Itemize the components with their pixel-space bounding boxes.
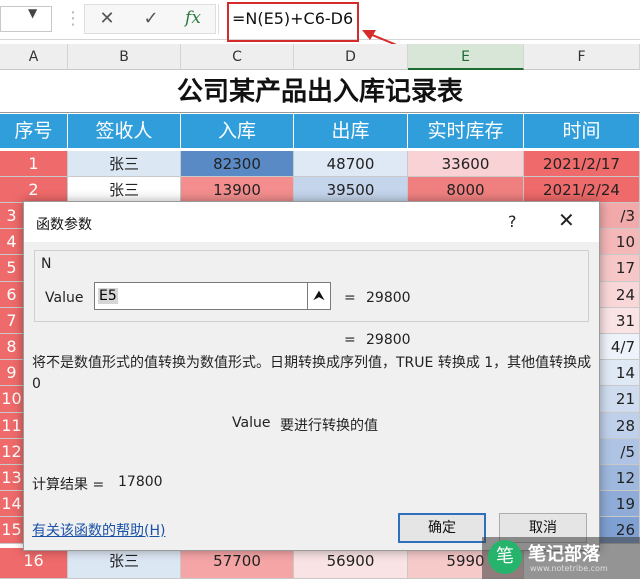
close-icon[interactable]: ✕ [558, 208, 575, 232]
date-cell-fragment[interactable]: 12 [600, 465, 640, 492]
row-number[interactable]: 3 [0, 203, 24, 230]
cell-out[interactable]: 48700 [294, 151, 408, 177]
argument-label: Value [45, 290, 84, 306]
calculation-result-value: 17800 [118, 474, 163, 490]
function-description: 将不是数值形式的值转换为数值形式。日期转换成序列值，TRUE 转换成 1，其他值… [32, 355, 592, 392]
header-no[interactable]: 序号 [0, 114, 68, 148]
name-box[interactable] [0, 6, 52, 32]
cell-in[interactable]: 13900 [181, 177, 294, 203]
function-name: N [41, 256, 52, 272]
row-number[interactable]: 11 [0, 412, 24, 439]
cell-in[interactable]: 82300 [181, 151, 294, 177]
argument-description: 要进行转换的值 [280, 418, 378, 434]
cell-name[interactable]: 张三 [68, 548, 181, 579]
result-equals: = [344, 332, 356, 348]
column-header-c[interactable]: C [181, 44, 294, 70]
date-cell-fragment[interactable]: 14 [600, 360, 640, 387]
date-cell-fragment[interactable]: 31 [600, 307, 640, 334]
row-number[interactable]: 6 [0, 281, 24, 308]
column-header-d[interactable]: D [294, 44, 408, 70]
date-cell-fragment[interactable]: 4/7 [600, 334, 640, 361]
value-input[interactable] [94, 282, 308, 310]
cell-no[interactable]: 2 [0, 177, 68, 203]
date-cell-fragment[interactable]: 24 [600, 281, 640, 308]
header-date[interactable]: 时间 [524, 114, 640, 148]
cell-stock[interactable]: 33600 [408, 151, 524, 177]
cell-in[interactable]: 57700 [181, 548, 294, 579]
date-cell-fragment[interactable]: 10 [600, 229, 640, 256]
header-stock[interactable]: 实时库存 [408, 114, 524, 148]
row-number[interactable]: 9 [0, 360, 24, 387]
cell-date[interactable]: 2021/2/17 [524, 151, 640, 177]
cell-stock[interactable]: 8000 [408, 177, 524, 203]
column-header-a[interactable]: A [0, 44, 68, 70]
column-header-b[interactable]: B [68, 44, 181, 70]
row-number[interactable]: 10 [0, 386, 24, 413]
row-number[interactable]: 14 [0, 491, 24, 518]
dialog-title: 函数参数 [36, 217, 92, 233]
ok-button[interactable]: 确定 [398, 513, 486, 543]
row-number[interactable]: 5 [0, 255, 24, 282]
watermark-url: www.notetribe.com [530, 564, 608, 573]
cell-no[interactable]: 16 [0, 548, 68, 579]
result-value: 29800 [366, 332, 411, 348]
formula-bar-grip: ⋮ [64, 8, 82, 29]
header-receiver[interactable]: 签收人 [68, 114, 181, 148]
header-out[interactable]: 出库 [294, 114, 408, 148]
argument-equals: = [344, 290, 356, 306]
cancel-icon[interactable]: ✕ [94, 8, 120, 29]
date-cell-fragment[interactable]: 21 [600, 386, 640, 413]
row-number[interactable]: 13 [0, 465, 24, 492]
watermark-logo-icon: 笔 [488, 540, 522, 574]
help-icon[interactable]: ? [508, 212, 517, 231]
formula-highlight-box [227, 2, 359, 42]
row-number[interactable]: 12 [0, 438, 24, 465]
cell-name[interactable]: 张三 [68, 151, 181, 177]
date-cell-fragment[interactable]: /5 [600, 438, 640, 465]
sheet-title[interactable]: 公司某产品出入库记录表 [0, 71, 640, 113]
enter-icon[interactable]: ✓ [138, 8, 164, 29]
column-header-f[interactable]: F [524, 44, 640, 70]
date-cell-fragment[interactable]: 17 [600, 255, 640, 282]
date-cell-fragment[interactable]: /3 [600, 203, 640, 230]
calculation-result-label: 计算结果 = [32, 477, 105, 493]
row-number[interactable]: 7 [0, 307, 24, 334]
insert-function-icon[interactable]: fx [180, 8, 206, 28]
cell-out[interactable]: 56900 [294, 548, 408, 579]
value-input-text: E5 [98, 288, 118, 304]
date-cell-fragment[interactable]: 28 [600, 412, 640, 439]
argument-description-name: Value [232, 415, 271, 431]
cell-date[interactable]: 2021/2/24 [524, 177, 640, 203]
row-number[interactable]: 8 [0, 334, 24, 361]
function-arguments-dialog: 函数参数 ? ✕ N Value E5 ⮝ = 29800 = 29800 将不… [23, 201, 600, 551]
function-help-link[interactable]: 有关该函数的帮助(H) [32, 520, 165, 540]
row-number[interactable]: 4 [0, 229, 24, 256]
collapse-dialog-icon[interactable]: ⮝ [307, 282, 331, 310]
header-in[interactable]: 入库 [181, 114, 294, 148]
argument-value: 29800 [366, 290, 411, 306]
chevron-down-icon[interactable]: ▼ [28, 6, 37, 20]
row-number[interactable]: 15 [0, 517, 24, 544]
watermark-name: 笔记部落 [528, 544, 600, 565]
cell-no[interactable]: 1 [0, 151, 68, 177]
column-header-e[interactable]: E [408, 44, 524, 70]
cell-name[interactable]: 张三 [68, 177, 181, 203]
cell-out[interactable]: 39500 [294, 177, 408, 203]
date-cell-fragment[interactable]: 19 [600, 491, 640, 518]
